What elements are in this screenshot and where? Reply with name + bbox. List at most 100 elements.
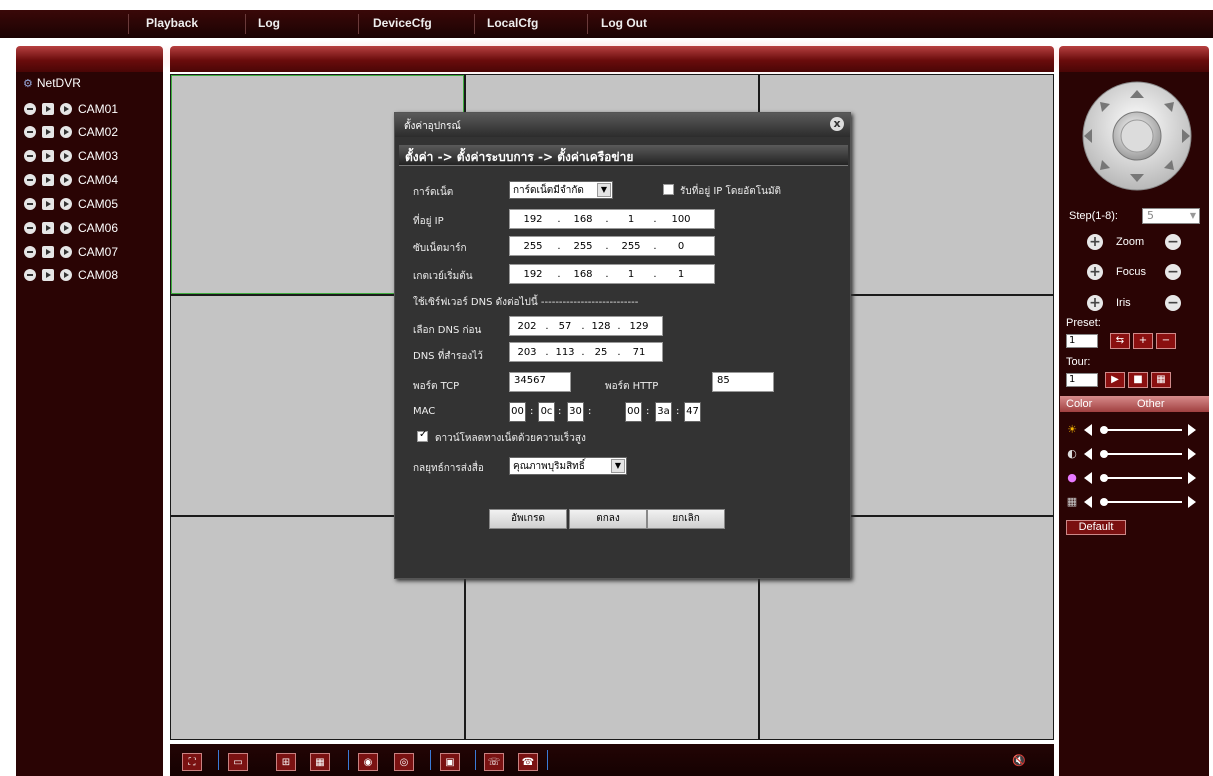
speaker-mute-icon[interactable]: 🔇	[1012, 754, 1026, 767]
camera-item-cam01[interactable]: CAM01	[24, 101, 118, 117]
record-icon[interactable]	[60, 150, 72, 162]
slider-right-icon[interactable]	[1188, 448, 1196, 460]
record-icon[interactable]	[60, 198, 72, 210]
tcp-port-input[interactable]: 34567	[509, 372, 571, 392]
fullscreen-icon[interactable]: ⛶	[182, 753, 202, 771]
http-port-input[interactable]: 85	[712, 372, 774, 392]
slider-left-icon[interactable]	[1084, 424, 1092, 436]
slider-knob[interactable]	[1100, 474, 1108, 482]
stop-icon[interactable]	[24, 222, 36, 234]
play-icon[interactable]	[42, 103, 54, 115]
contrast-slider[interactable]: ◐	[1066, 448, 1200, 460]
slider-left-icon[interactable]	[1084, 472, 1092, 484]
zoom-in-icon[interactable]: +	[1087, 234, 1103, 250]
stop-icon[interactable]	[24, 198, 36, 210]
menu-log[interactable]: Log	[258, 16, 280, 30]
default-button[interactable]: Default	[1066, 520, 1126, 535]
slider-knob[interactable]	[1100, 450, 1108, 458]
stop-icon[interactable]	[24, 246, 36, 258]
netcard-select[interactable]: การ์ดเน็ตมีจำกัด ▼	[509, 181, 613, 199]
record-icon[interactable]	[60, 103, 72, 115]
ip-address-input[interactable]: 192. 168. 1. 100	[509, 209, 715, 229]
record-icon[interactable]	[60, 246, 72, 258]
stop-icon[interactable]	[24, 150, 36, 162]
preset-input[interactable]: 1	[1066, 334, 1098, 348]
auto-ip-checkbox[interactable]	[663, 184, 674, 195]
menu-devicecfg[interactable]: DeviceCfg	[373, 16, 432, 30]
high-speed-download-checkbox[interactable]	[417, 429, 428, 442]
snapshot-icon[interactable]: ▣	[440, 753, 460, 771]
hue-slider[interactable]: ▦	[1066, 496, 1200, 508]
stop-icon[interactable]	[24, 103, 36, 115]
focus-out-icon[interactable]: −	[1165, 264, 1181, 280]
tour-play-icon[interactable]: ▶	[1105, 372, 1125, 388]
zoom-out-icon[interactable]: −	[1165, 234, 1181, 250]
focus-in-icon[interactable]: +	[1087, 264, 1103, 280]
record-icon[interactable]	[60, 269, 72, 281]
menu-localcfg[interactable]: LocalCfg	[487, 16, 538, 30]
play-icon[interactable]	[42, 246, 54, 258]
play-icon[interactable]	[42, 198, 54, 210]
camera-item-cam07[interactable]: CAM07	[24, 244, 118, 260]
record-icon[interactable]	[60, 174, 72, 186]
slider-right-icon[interactable]	[1188, 472, 1196, 484]
tour-input[interactable]: 1	[1066, 373, 1098, 387]
saturation-slider[interactable]: ●	[1066, 472, 1200, 484]
preset-remove-icon[interactable]: −	[1156, 333, 1176, 349]
brightness-slider[interactable]: ☀	[1066, 424, 1200, 436]
ptz-direction-icon[interactable]	[1076, 80, 1198, 192]
record-stop-icon[interactable]: ◎	[394, 753, 414, 771]
dialog-titlebar[interactable]: ตั้งค่าอุปกรณ์ x	[395, 113, 850, 137]
slider-left-icon[interactable]	[1084, 496, 1092, 508]
slider-right-icon[interactable]	[1188, 496, 1196, 508]
preset-add-icon[interactable]: +	[1133, 333, 1153, 349]
camera-item-cam08[interactable]: CAM08	[24, 267, 118, 283]
slider-knob[interactable]	[1100, 498, 1108, 506]
play-icon[interactable]	[42, 174, 54, 186]
single-view-icon[interactable]: ▭	[228, 753, 248, 771]
dns1-input[interactable]: 202. 57. 128. 129	[509, 316, 663, 336]
stop-icon[interactable]	[24, 174, 36, 186]
slider-right-icon[interactable]	[1188, 424, 1196, 436]
mac-octet-input[interactable]: 30	[567, 402, 584, 422]
dns2-input[interactable]: 203. 113. 25. 71	[509, 342, 663, 362]
mac-octet-input[interactable]: 47	[684, 402, 701, 422]
quad-view-icon[interactable]: ⊞	[276, 753, 296, 771]
tour-stop-icon[interactable]: ■	[1128, 372, 1148, 388]
record-icon[interactable]	[60, 126, 72, 138]
tour-grid-icon[interactable]: ▦	[1151, 372, 1171, 388]
tab-color[interactable]: Color	[1066, 398, 1092, 410]
tree-root-netdvr[interactable]: ⚙ NetDVR	[23, 76, 81, 90]
mac-octet-input[interactable]: 3a	[655, 402, 672, 422]
record-icon[interactable]	[60, 222, 72, 234]
preset-goto-icon[interactable]: ⇆	[1110, 333, 1130, 349]
play-icon[interactable]	[42, 126, 54, 138]
close-icon[interactable]: x	[830, 117, 844, 131]
nine-view-icon[interactable]: ▦	[310, 753, 330, 771]
stop-icon[interactable]	[24, 269, 36, 281]
mac-octet-input[interactable]: 00	[625, 402, 642, 422]
camera-item-cam06[interactable]: CAM06	[24, 220, 118, 236]
play-icon[interactable]	[42, 150, 54, 162]
stop-icon[interactable]	[24, 126, 36, 138]
cancel-button[interactable]: ยกเลิก	[647, 509, 725, 529]
iris-in-icon[interactable]: +	[1087, 295, 1103, 311]
strategy-select[interactable]: คุณภาพบุริมสิทธิ์ ▼	[509, 457, 627, 475]
mac-octet-input[interactable]: 00	[509, 402, 526, 422]
camera-item-cam04[interactable]: CAM04	[24, 172, 118, 188]
upgrade-button[interactable]: อัพเกรด	[489, 509, 567, 529]
menu-playback[interactable]: Playback	[146, 16, 198, 30]
menu-logout[interactable]: Log Out	[601, 16, 647, 30]
camera-item-cam02[interactable]: CAM02	[24, 124, 118, 140]
camera-item-cam05[interactable]: CAM05	[24, 196, 118, 212]
record-start-icon[interactable]: ◉	[358, 753, 378, 771]
step-select[interactable]: 5 ▼	[1142, 208, 1200, 224]
mac-octet-input[interactable]: 0c	[538, 402, 555, 422]
slider-left-icon[interactable]	[1084, 448, 1092, 460]
play-icon[interactable]	[42, 269, 54, 281]
ok-button[interactable]: ตกลง	[569, 509, 647, 529]
slider-knob[interactable]	[1100, 426, 1108, 434]
talk-icon[interactable]: ☏	[484, 753, 504, 771]
camera-item-cam03[interactable]: CAM03	[24, 148, 118, 164]
tab-other[interactable]: Other	[1137, 398, 1165, 410]
